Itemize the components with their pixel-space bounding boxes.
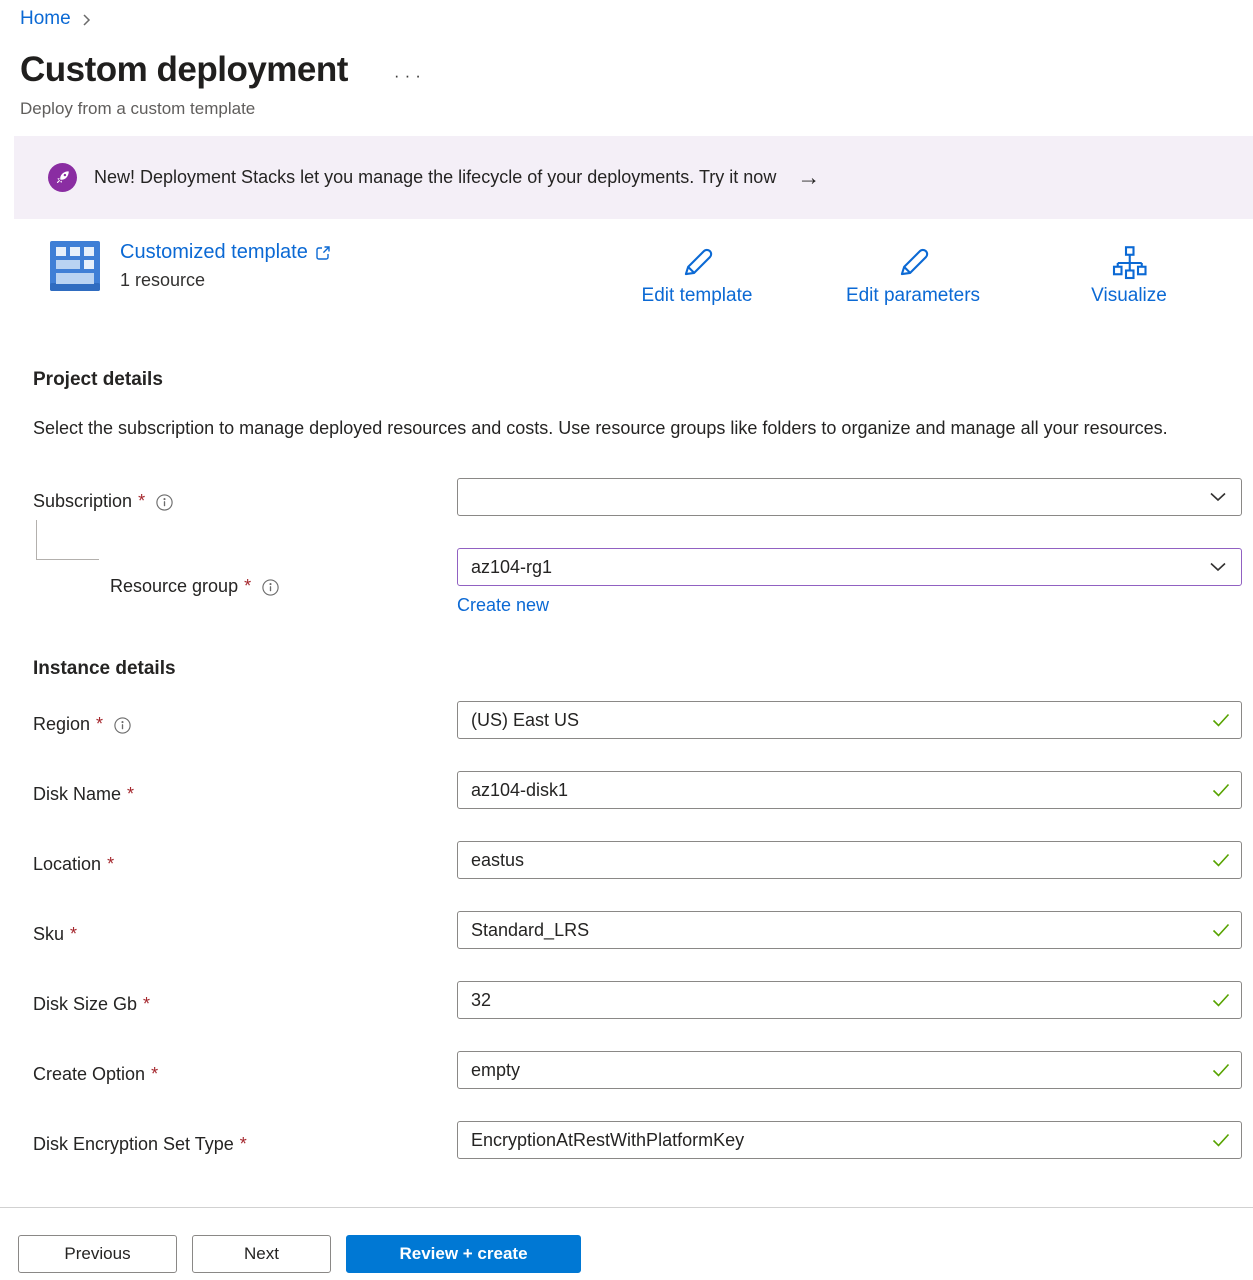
region-row: Region * <box>33 701 1242 739</box>
breadcrumb-home-link[interactable]: Home <box>20 8 71 30</box>
disk-name-row: Disk Name * <box>33 771 1242 809</box>
title-row: Custom deployment ··· <box>20 50 1242 90</box>
next-button[interactable]: Next <box>192 1235 331 1273</box>
sku-row: Sku * <box>33 911 1242 949</box>
disk-name-label: Disk Name <box>33 784 121 805</box>
page-title: Custom deployment <box>20 50 348 90</box>
create-option-row: Create Option * <box>33 1051 1242 1089</box>
required-asterisk: * <box>143 994 150 1015</box>
create-new-link[interactable]: Create new <box>457 595 549 616</box>
region-label: Region <box>33 714 90 735</box>
create-option-label: Create Option <box>33 1064 145 1085</box>
resource-count: 1 resource <box>120 270 331 291</box>
deployment-stacks-banner[interactable]: New! Deployment Stacks let you manage th… <box>14 136 1253 219</box>
wizard-footer: Previous Next Review + create <box>0 1207 1253 1280</box>
required-asterisk: * <box>138 491 145 512</box>
required-asterisk: * <box>151 1064 158 1085</box>
region-input[interactable] <box>457 701 1242 739</box>
required-asterisk: * <box>240 1134 247 1155</box>
resource-group-value: az104-rg1 <box>471 557 552 578</box>
disk-encryption-set-type-row: Disk Encryption Set Type * <box>33 1121 1242 1159</box>
required-asterisk: * <box>127 784 134 805</box>
edit-template-button[interactable]: Edit template <box>589 245 805 307</box>
template-icon <box>50 241 100 296</box>
edit-template-label: Edit template <box>642 285 753 307</box>
disk-encryption-set-type-input[interactable] <box>457 1121 1242 1159</box>
visualize-button[interactable]: Visualize <box>1021 245 1237 307</box>
page-content: Home Custom deployment ··· Deploy from a… <box>0 0 1253 1207</box>
info-icon[interactable] <box>155 493 174 512</box>
resource-group-label: Resource group <box>110 576 238 597</box>
page-subtitle: Deploy from a custom template <box>20 99 1242 119</box>
edit-parameters-label: Edit parameters <box>846 285 980 307</box>
disk-size-label: Disk Size Gb <box>33 994 137 1015</box>
location-input[interactable] <box>457 841 1242 879</box>
disk-encryption-set-type-label: Disk Encryption Set Type <box>33 1134 234 1155</box>
arrow-right-icon[interactable]: → <box>797 164 820 191</box>
rocket-icon <box>48 163 77 192</box>
customized-template-link[interactable]: Customized template <box>120 241 331 264</box>
location-row: Location * <box>33 841 1242 879</box>
banner-message: New! Deployment Stacks let you manage th… <box>94 167 776 188</box>
template-link-label: Customized template <box>120 241 308 264</box>
review-create-button[interactable]: Review + create <box>346 1235 581 1273</box>
required-asterisk: * <box>96 714 103 735</box>
hierarchy-icon <box>1111 245 1147 281</box>
subscription-dropdown[interactable] <box>457 478 1242 516</box>
resource-group-row: Resource group * az104-rg1 Create new <box>33 548 1242 616</box>
project-details-description: Select the subscription to manage deploy… <box>33 413 1178 444</box>
external-link-icon <box>315 245 331 261</box>
subscription-label: Subscription <box>33 491 132 512</box>
resource-group-dropdown[interactable]: az104-rg1 <box>457 548 1242 586</box>
more-menu-button[interactable]: ··· <box>394 66 426 86</box>
disk-name-input[interactable] <box>457 771 1242 809</box>
subscription-row: Subscription * <box>33 478 1242 516</box>
disk-size-input[interactable] <box>457 981 1242 1019</box>
hierarchy-connector-line <box>36 520 99 560</box>
template-actions: Edit template Edit parameters Visualize <box>589 245 1237 307</box>
required-asterisk: * <box>107 854 114 875</box>
disk-size-row: Disk Size Gb * <box>33 981 1242 1019</box>
previous-button[interactable]: Previous <box>18 1235 177 1273</box>
breadcrumb: Home <box>20 8 1242 30</box>
template-summary: Customized template 1 resource Edit temp… <box>20 241 1242 319</box>
instance-details-heading: Instance details <box>33 658 1242 680</box>
sku-input[interactable] <box>457 911 1242 949</box>
visualize-label: Visualize <box>1091 285 1167 307</box>
sku-label: Sku <box>33 924 64 945</box>
create-option-input[interactable] <box>457 1051 1242 1089</box>
info-icon[interactable] <box>261 578 280 597</box>
required-asterisk: * <box>70 924 77 945</box>
chevron-right-icon <box>81 12 92 28</box>
edit-parameters-button[interactable]: Edit parameters <box>805 245 1021 307</box>
location-label: Location <box>33 854 101 875</box>
info-icon[interactable] <box>113 716 132 735</box>
required-asterisk: * <box>244 576 251 597</box>
project-details-heading: Project details <box>33 369 1242 391</box>
pencil-icon <box>679 245 715 281</box>
pencil-icon <box>895 245 931 281</box>
